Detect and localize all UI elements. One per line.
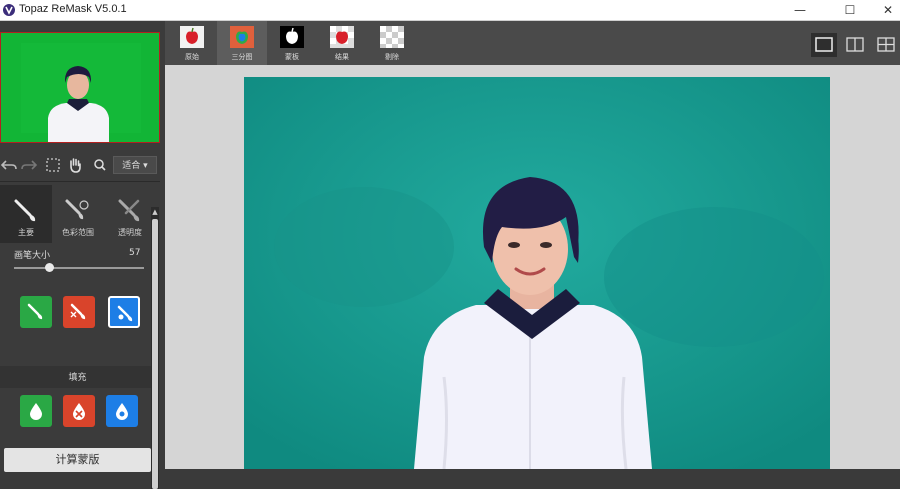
- tab-label: 色彩范围: [62, 228, 94, 237]
- hand-pan-icon[interactable]: [66, 156, 84, 174]
- brush-size-slider-thumb[interactable]: [44, 263, 54, 272]
- tab-result[interactable]: 结果: [317, 21, 367, 65]
- single-view-button[interactable]: [811, 33, 837, 57]
- single-view-icon: [815, 37, 833, 52]
- tab-mask[interactable]: 蒙板: [267, 21, 317, 65]
- fill-section-label: 填充: [68, 373, 87, 383]
- view-tabs-bar: 原始 三分图 蒙板 结果 剔除: [165, 21, 900, 65]
- keep-fill-button[interactable]: [20, 395, 52, 427]
- tab-label: 主要: [18, 228, 34, 237]
- compute-brush-icon: [117, 305, 133, 322]
- tab-trimap[interactable]: 三分图: [217, 21, 267, 65]
- transparency-brush-icon: [118, 199, 140, 222]
- compute-mask-button[interactable]: 计算蒙版: [4, 448, 151, 472]
- maximize-button[interactable]: ☐: [830, 0, 870, 20]
- window-title: Topaz ReMask V5.0.1: [19, 3, 127, 15]
- scrollbar-thumb[interactable]: [152, 219, 158, 489]
- topaz-logo-icon: [3, 4, 15, 16]
- tab-cutout[interactable]: 剔除: [367, 21, 417, 65]
- compute-fill-button[interactable]: [106, 395, 138, 427]
- minimize-button[interactable]: —: [780, 0, 820, 20]
- title-bar: Topaz ReMask V5.0.1 — ☐ ✕: [0, 0, 900, 21]
- tab-color-range[interactable]: 色彩范围: [52, 185, 104, 243]
- split-view-icon: [846, 37, 864, 52]
- drop-brush-icon: [70, 303, 86, 320]
- redo-icon[interactable]: [20, 156, 38, 174]
- navigator-preview[interactable]: [0, 32, 160, 143]
- apple-original-icon: [180, 26, 204, 48]
- tab-label: 原始: [185, 53, 199, 61]
- tab-label: 结果: [335, 53, 349, 61]
- tab-label: 剔除: [385, 53, 399, 61]
- color-range-brush-icon: [65, 199, 89, 220]
- drop-fill-icon: [73, 403, 85, 420]
- tab-brush-main[interactable]: 主要: [0, 185, 52, 243]
- drop-fill-button[interactable]: [63, 395, 95, 427]
- compute-fill-icon: [116, 403, 128, 420]
- tab-label: 蒙板: [285, 53, 299, 61]
- undo-icon[interactable]: [0, 156, 18, 174]
- scroll-up-arrow-icon[interactable]: ▲: [151, 207, 159, 217]
- brush-size-slider[interactable]: [14, 267, 144, 269]
- split-view-button[interactable]: [842, 33, 868, 57]
- quad-view-icon: [877, 37, 895, 52]
- main-photo-canvas[interactable]: [244, 77, 830, 469]
- apple-mask-icon: [280, 26, 304, 48]
- divider: [0, 181, 160, 182]
- keep-fill-icon: [30, 403, 42, 420]
- brush-size-label: 画笔大小: [14, 251, 51, 261]
- zoom-search-icon[interactable]: [91, 156, 109, 174]
- tool-row: 适合 ▾: [0, 152, 165, 178]
- keep-brush-icon: [27, 303, 43, 320]
- quad-view-button[interactable]: [873, 33, 899, 57]
- left-panel: 适合 ▾ 主要 色彩范围 透明度 画笔大小 57 填充 计算蒙版 ▲: [0, 21, 165, 489]
- transparent-checker-icon: [380, 26, 404, 48]
- close-button[interactable]: ✕: [868, 0, 900, 20]
- brush-tabs: 主要 色彩范围 透明度: [0, 185, 155, 243]
- tab-label: 三分图: [231, 53, 253, 61]
- brush-icon: [14, 199, 36, 222]
- tab-original[interactable]: 原始: [167, 21, 217, 65]
- marquee-select-icon[interactable]: [44, 156, 62, 174]
- keep-brush-button[interactable]: [20, 296, 52, 328]
- compute-brush-button[interactable]: [108, 296, 140, 328]
- brush-size-value: 57: [129, 248, 141, 258]
- apple-trimap-icon: [230, 26, 254, 48]
- drop-brush-button[interactable]: [63, 296, 95, 328]
- apple-result-icon: [330, 26, 354, 48]
- tab-transparency[interactable]: 透明度: [104, 185, 156, 243]
- zoom-fit-dropdown[interactable]: 适合 ▾: [113, 156, 157, 174]
- tab-label: 透明度: [118, 228, 142, 237]
